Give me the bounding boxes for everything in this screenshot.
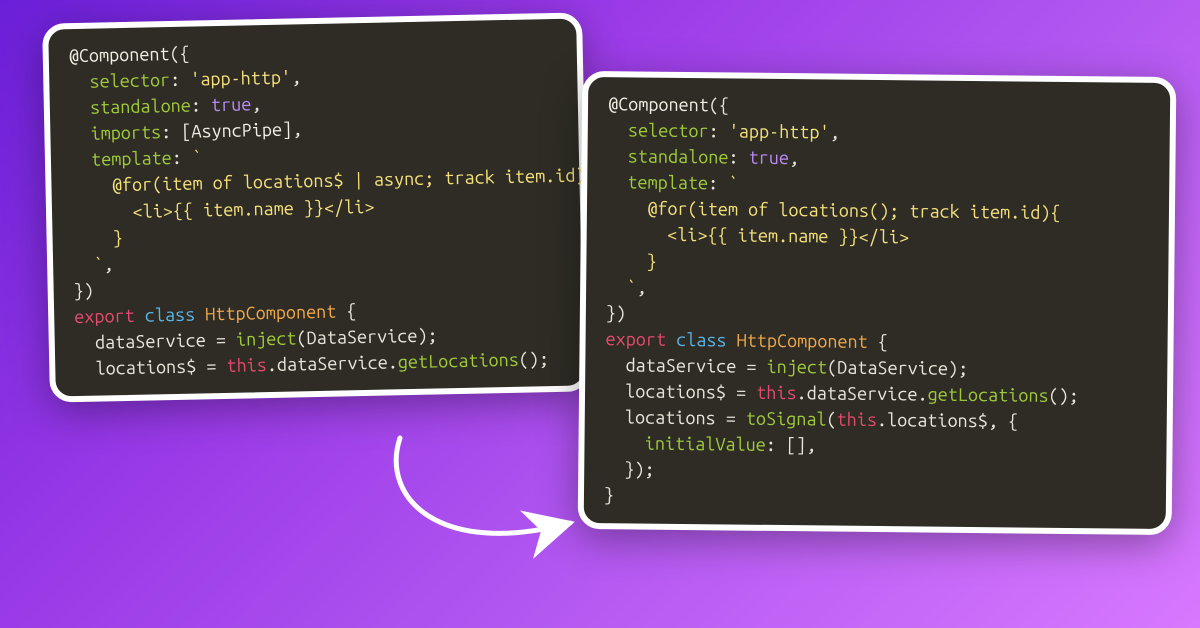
for-directive: @for(item of locations$ | async; track i… <box>112 166 586 196</box>
li-template: <li>{{ item.name }}</li> <box>667 225 909 248</box>
standalone-key: standalone <box>628 147 729 168</box>
export-keyword: export <box>74 306 135 327</box>
template-key: template <box>627 173 708 194</box>
selector-value: 'app-http' <box>729 122 830 143</box>
class-keyword: class <box>145 304 196 325</box>
standalone-value: true <box>749 148 790 168</box>
for-directive: @for(item of locations(); track item.id)… <box>647 199 1060 223</box>
imports-value: [AsyncPipe] <box>181 120 292 142</box>
class-keyword: class <box>676 330 727 351</box>
selector-key: selector <box>89 70 170 92</box>
decorator: @Component <box>69 44 170 66</box>
arrow-icon <box>360 428 590 588</box>
class-name: HttpComponent <box>737 330 868 351</box>
template-key: template <box>91 148 172 170</box>
class-name: HttpComponent <box>205 302 336 325</box>
decorator: @Component <box>608 94 709 115</box>
standalone-value: true <box>211 95 252 116</box>
li-template: <li>{{ item.name }}</li> <box>132 196 374 221</box>
standalone-key: standalone <box>90 96 191 118</box>
code-card-before: @Component({ selector: 'app-http', stand… <box>42 12 590 402</box>
export-keyword: export <box>606 329 667 350</box>
imports-key: imports <box>90 123 161 144</box>
selector-key: selector <box>628 120 709 141</box>
code-card-after: @Component({ selector: 'app-http', stand… <box>578 71 1177 535</box>
code-block-after: @Component({ selector: 'app-http', stand… <box>604 91 1150 514</box>
code-block-before: @Component({ selector: 'app-http', stand… <box>69 33 564 382</box>
selector-value: 'app-http' <box>190 68 291 90</box>
